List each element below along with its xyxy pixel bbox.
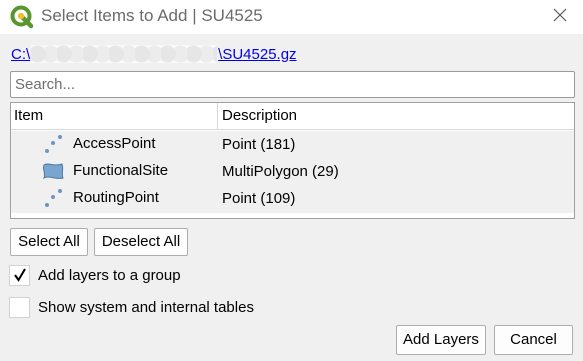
tree-header: Item Description bbox=[11, 103, 574, 130]
close-icon bbox=[553, 8, 567, 22]
tree-row-functionalsite[interactable]: FunctionalSite MultiPolygon (29) bbox=[11, 158, 574, 185]
checkmark-icon bbox=[13, 268, 26, 282]
deselect-all-button[interactable]: Deselect All bbox=[94, 228, 188, 256]
redacted-path-segment bbox=[31, 45, 218, 63]
item-name: FunctionalSite bbox=[73, 162, 169, 179]
select-all-button[interactable]: Select All bbox=[10, 228, 88, 256]
search-input[interactable] bbox=[10, 71, 575, 98]
show-system-tables-checkbox[interactable] bbox=[9, 296, 30, 318]
show-system-tables-option[interactable]: Show system and internal tables bbox=[9, 296, 254, 318]
point-layer-icon bbox=[45, 189, 62, 207]
path-prefix-link[interactable]: C:\ bbox=[11, 46, 30, 63]
item-cell: AccessPoint bbox=[11, 131, 218, 158]
item-description: MultiPolygon (29) bbox=[222, 163, 339, 180]
close-button[interactable] bbox=[537, 0, 583, 30]
item-name: AccessPoint bbox=[73, 135, 156, 152]
item-cell: RoutingPoint bbox=[11, 185, 218, 212]
add-layers-button[interactable]: Add Layers bbox=[396, 325, 486, 355]
tree-row-routingpoint[interactable]: RoutingPoint Point (109) bbox=[11, 185, 574, 212]
column-header-description[interactable]: Description bbox=[218, 103, 574, 129]
item-cell: FunctionalSite bbox=[11, 158, 218, 185]
window-title: Select Items to Add | SU4525 bbox=[41, 6, 263, 25]
column-header-item[interactable]: Item bbox=[11, 103, 218, 129]
item-description: Point (181) bbox=[222, 136, 296, 153]
path-suffix-link[interactable]: \SU4525.gz bbox=[218, 46, 296, 63]
item-description: Point (109) bbox=[222, 190, 296, 207]
polygon-layer-icon bbox=[42, 163, 64, 180]
point-layer-icon bbox=[45, 135, 62, 153]
cancel-button[interactable]: Cancel bbox=[494, 325, 573, 355]
tree-body: AccessPoint Point (181) FunctionalSite M… bbox=[11, 131, 574, 213]
add-to-group-label: Add layers to a group bbox=[38, 266, 181, 284]
title-bar: Select Items to Add | SU4525 bbox=[0, 0, 583, 34]
items-tree[interactable]: Item Description AccessPoint Point (181)… bbox=[10, 102, 575, 219]
add-to-group-checkbox[interactable] bbox=[9, 264, 30, 286]
add-to-group-option[interactable]: Add layers to a group bbox=[9, 264, 181, 286]
tree-row-accesspoint[interactable]: AccessPoint Point (181) bbox=[11, 131, 574, 158]
qgis-logo-icon bbox=[10, 5, 34, 29]
source-path-link[interactable]: C:\ \SU4525.gz bbox=[11, 44, 297, 64]
show-system-tables-label: Show system and internal tables bbox=[38, 298, 254, 316]
item-name: RoutingPoint bbox=[73, 189, 159, 206]
